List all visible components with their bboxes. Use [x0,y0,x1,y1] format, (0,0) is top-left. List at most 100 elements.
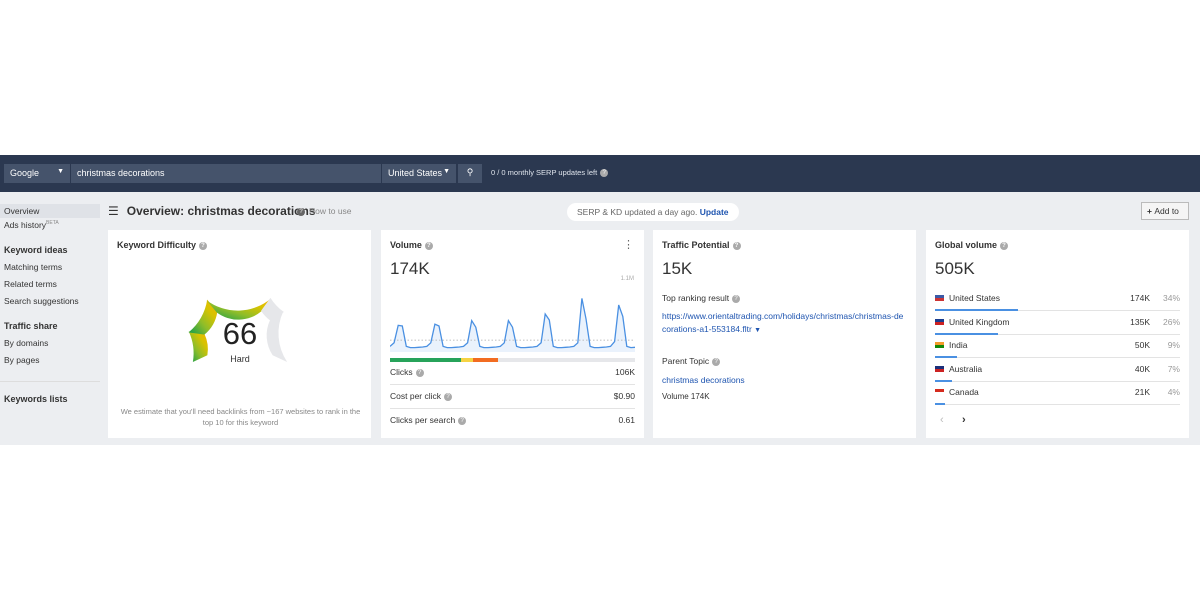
volume-trend-chart [390,298,635,352]
parent-topic-link[interactable]: christmas decorations [662,375,745,385]
search-bar: Google ▼ christmas decorations United Sta… [0,155,1200,192]
row-value: 0.61 [618,415,635,425]
how-to-use-link[interactable]: ? How to use [297,206,352,216]
sidebar-divider [0,381,100,382]
country-row[interactable]: Canada 21K 4% [935,381,1180,405]
help-icon[interactable]: ? [712,357,721,366]
country-percent: 4% [1167,387,1180,397]
row-value: $0.90 [613,391,635,401]
country-volume: 40K [1134,363,1150,374]
kd-gauge: 66 Hard [188,297,288,364]
share-bar [935,403,945,405]
prev-page-icon[interactable]: ‹ [940,414,944,426]
kd-note: We estimate that you'll need backlinks f… [120,407,361,427]
update-link[interactable]: Update [700,207,729,217]
sidebar-header-traffic-share: Traffic share [4,321,58,331]
country-row[interactable]: United States 174K 34% [935,287,1180,311]
traffic-potential-card: Traffic Potential? 15K Top ranking resul… [653,230,916,438]
caret-down-icon: ▼ [57,168,64,175]
help-icon[interactable]: ? [415,368,424,377]
sidebar-header-keyword-ideas: Keyword ideas [4,245,68,255]
parent-topic-label: Parent Topic? [662,356,721,366]
menu-icon[interactable]: ☰ [108,204,119,218]
country-percent: 26% [1162,316,1180,327]
more-options-icon[interactable]: ⋮ [623,238,634,251]
volume-value: 174K [390,259,430,278]
cpc-row: Cost per click? $0.90 [390,386,635,409]
search-button[interactable]: ⚲ [458,164,482,183]
volume-title: Volume? [390,240,433,250]
top-result-label: Top ranking result? [662,293,741,303]
country-name: United States [949,293,1001,303]
global-volume-card: Global volume? 505K United States 174K 34%… [926,230,1189,438]
search-icon: ⚲ [466,167,474,177]
add-to-button[interactable]: + Add to [1141,202,1189,220]
country-name: Australia [949,363,983,374]
row-value: 106K [615,367,635,377]
country-name: United Kingdom [949,316,1010,327]
trend-area [390,298,635,352]
country-name: India [949,340,968,350]
clicks-row: Clicks? 106K [390,362,635,385]
page-title-text: Overview: christmas decorations [126,204,316,218]
sidebar-item-keywords-lists[interactable]: Keywords lists [0,392,100,406]
kd-value: 66 [223,316,257,351]
help-icon[interactable]: ? [732,294,741,303]
top-result-url: https://www.orientaltrading.com/holidays… [662,311,904,334]
flag-icon [935,295,944,301]
global-value: 505K [935,259,975,278]
sidebar-item-by-pages[interactable]: By pages [0,353,100,367]
global-title: Global volume? [935,240,1009,250]
keyword-difficulty-card: Keyword Difficulty? 66 Hard We estimate … [108,230,371,438]
flag-icon [935,365,944,372]
sidebar-item-by-domains[interactable]: By domains [0,336,100,350]
volume-card: Volume? ⋮ 174K 1.1M Clicks? 106K Cost per… [381,230,644,438]
flag-icon [935,318,944,325]
top-result-label-text: Top ranking result [662,293,730,303]
help-icon[interactable]: ? [600,169,609,178]
country-percent: 34% [1162,293,1180,303]
caret-down-icon: ▼ [754,327,762,334]
country-row[interactable]: Australia 40K 7% [935,358,1180,382]
sidebar-item-related-terms[interactable]: Related terms [0,277,100,291]
parent-label-text: Parent Topic [662,356,710,366]
sidebar: Overview Ads historyBETA Keyword ideas M… [0,192,100,406]
country-name: Canada [949,387,979,397]
country-volume: 135K [1130,316,1150,327]
tp-value: 15K [662,259,693,278]
tp-title-text: Traffic Potential [662,240,730,250]
ads-history-label: Ads history [4,220,47,230]
country-volume: 174K [1130,293,1150,303]
help-icon: ? [297,207,305,216]
help-icon[interactable]: ? [458,416,467,425]
row-label: Clicks per search [390,415,456,425]
country-percent: 7% [1167,363,1180,374]
help-icon[interactable]: ? [424,241,433,250]
help-icon[interactable]: ? [732,241,741,250]
next-page-icon[interactable]: › [962,414,966,426]
sidebar-item-ads-history[interactable]: Ads historyBETA [0,218,100,232]
serp-updates: 0 / 0 monthly SERP updates left? [491,168,609,178]
main-content: Overview Ads historyBETA Keyword ideas M… [0,192,1200,445]
country-row[interactable]: United Kingdom 135K 26% [935,311,1180,335]
keyword-input[interactable]: christmas decorations [71,164,381,183]
tp-title: Traffic Potential? [662,240,741,250]
volume-title-text: Volume [390,240,422,250]
engine-select[interactable]: Google ▼ [4,164,70,183]
parent-topic-volume: Volume 174K [662,392,710,401]
help-icon[interactable]: ? [444,392,453,401]
country-row[interactable]: India 50K 9% [935,334,1180,358]
update-status: SERP & KD updated a day ago. Update [567,203,739,221]
sidebar-item-overview[interactable]: Overview [0,204,100,218]
kd-label: Hard [230,354,250,364]
caret-down-icon: ▼ [443,168,450,175]
clicks-per-search-row: Clicks per search? 0.61 [390,410,635,433]
engine-label: Google [10,168,40,178]
sidebar-item-matching-terms[interactable]: Matching terms [0,260,100,274]
status-text: SERP & KD updated a day ago. [577,207,698,217]
top-result-link[interactable]: https://www.orientaltrading.com/holidays… [662,310,907,337]
sidebar-item-search-suggestions[interactable]: Search suggestions [0,294,100,308]
country-volume: 50K [1134,340,1150,350]
help-icon[interactable]: ? [1000,241,1009,250]
country-select[interactable]: United States ▼ [382,164,456,183]
